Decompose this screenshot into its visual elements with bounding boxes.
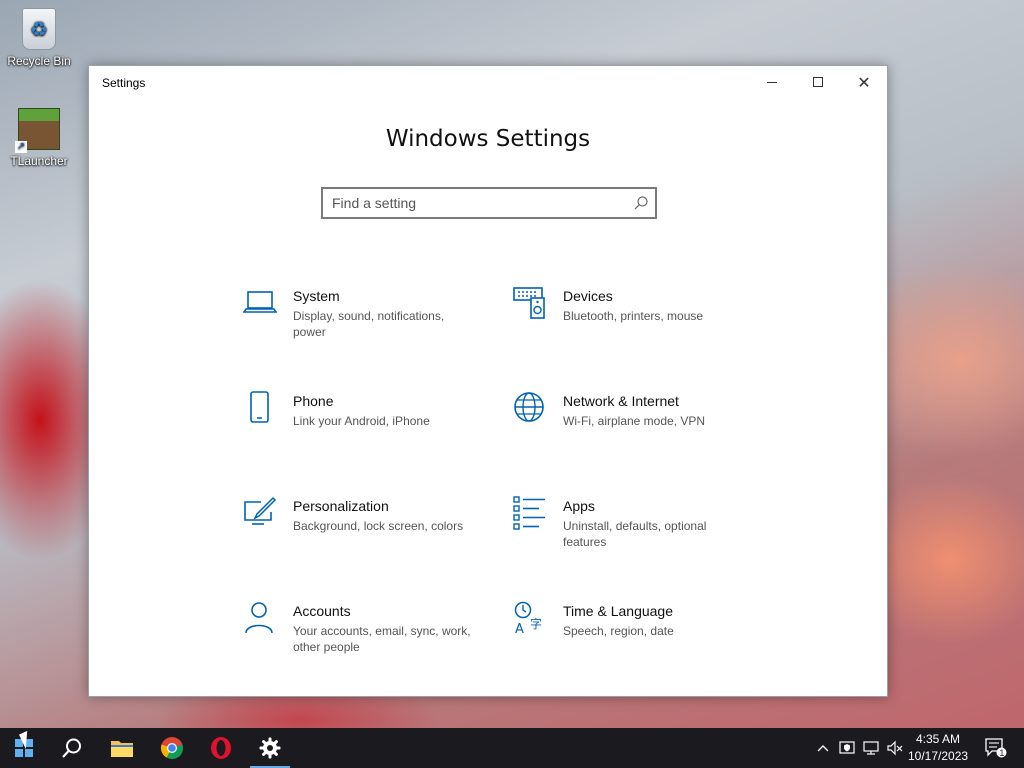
minimize-icon — [767, 81, 777, 83]
category-name: Devices — [563, 288, 613, 304]
category-description: Background, lock screen, colors — [293, 519, 464, 533]
tray-volume-button[interactable] — [884, 728, 906, 768]
taskbar-file-explorer[interactable] — [98, 728, 146, 768]
taskbar-chrome[interactable] — [148, 728, 196, 768]
phone-icon — [250, 391, 269, 423]
action-center-button[interactable]: 1 — [976, 728, 1016, 768]
category-description: Speech, region, date — [563, 624, 674, 638]
taskbar-settings[interactable] — [246, 728, 294, 768]
category-description: Display, sound, notifications, power — [293, 309, 445, 339]
taskbar: 4:35 AM 10/17/2023 1 — [0, 728, 1024, 768]
desktop-icon-label: TLauncher — [10, 154, 68, 168]
category-name: Accounts — [293, 603, 351, 619]
category-name: Time & Language — [563, 603, 673, 619]
recycle-bin-icon: ♻ — [22, 8, 56, 50]
category-name: Apps — [563, 498, 595, 514]
security-icon — [839, 741, 855, 754]
category-description: Uninstall, defaults, optional features — [563, 519, 707, 549]
search-icon — [62, 738, 81, 758]
category-devices[interactable]: Devices Bluetooth, printers, mouse — [513, 286, 763, 366]
paint-monitor-icon — [244, 496, 277, 525]
tray-network-button[interactable] — [860, 728, 882, 768]
tlauncher-icon — [15, 108, 60, 153]
minimize-button[interactable] — [749, 66, 795, 98]
notification-icon: 1 — [985, 738, 1007, 758]
chrome-icon — [160, 737, 184, 760]
volume-muted-icon — [887, 740, 903, 756]
folder-icon — [111, 741, 133, 757]
show-hidden-icons-button[interactable] — [814, 728, 832, 768]
category-description: Link your Android, iPhone — [293, 414, 430, 428]
category-apps[interactable]: Apps Uninstall, defaults, optional featu… — [513, 496, 763, 576]
globe-icon — [514, 392, 544, 422]
clock-date: 10/17/2023 — [908, 749, 969, 763]
person-icon — [245, 602, 273, 634]
category-time-language[interactable]: A 字 Time & Language Speech, region, date — [513, 601, 763, 681]
clock[interactable]: 4:35 AM 10/17/2023 — [908, 731, 968, 765]
apps-list-icon — [513, 496, 545, 530]
close-icon: ✕ — [857, 72, 871, 92]
close-button[interactable]: ✕ — [841, 66, 887, 98]
laptop-icon — [243, 291, 277, 313]
category-description: Wi-Fi, airplane mode, VPN — [563, 414, 706, 428]
window-title: Settings — [102, 76, 146, 90]
category-name: Phone — [293, 393, 334, 409]
category-description: Bluetooth, printers, mouse — [563, 309, 704, 323]
category-name: Personalization — [293, 498, 389, 514]
category-description: Your accounts, email, sync, work, other … — [293, 624, 471, 654]
opera-icon — [211, 737, 231, 759]
desktop-icon-label: Recycle Bin — [7, 54, 71, 68]
category-personalization[interactable]: Personalization Background, lock screen,… — [243, 496, 493, 576]
category-system[interactable]: System Display, sound, notifications, po… — [243, 286, 493, 366]
title-bar[interactable]: Settings ✕ — [89, 66, 887, 98]
search-input[interactable] — [323, 189, 623, 217]
notification-count: 1 — [999, 748, 1004, 758]
gear-icon — [259, 737, 281, 759]
category-network-internet[interactable]: Network & Internet Wi-Fi, airplane mode,… — [513, 391, 763, 471]
page-title: Windows Settings — [385, 126, 591, 152]
maximize-icon — [813, 77, 823, 87]
svg-text:A: A — [515, 622, 524, 635]
category-name: System — [293, 288, 340, 304]
tray-security-button[interactable] — [836, 728, 858, 768]
chevron-up-icon — [817, 745, 829, 752]
category-accounts[interactable]: Accounts Your accounts, email, sync, wor… — [243, 601, 493, 681]
desktop-icon-recycle-bin[interactable]: ♻ Recycle Bin — [4, 8, 74, 68]
time-language-icon: A 字 — [514, 601, 542, 635]
desktop-icon-tlauncher[interactable]: TLauncher — [4, 108, 74, 168]
search-box[interactable] — [321, 187, 657, 219]
search-icon[interactable] — [633, 195, 649, 211]
category-phone[interactable]: Phone Link your Android, iPhone — [243, 391, 493, 471]
maximize-button[interactable] — [795, 66, 841, 98]
clock-time: 4:35 AM — [915, 732, 961, 746]
taskbar-opera[interactable] — [197, 728, 245, 768]
category-name: Network & Internet — [563, 393, 679, 409]
svg-text:字: 字 — [530, 616, 542, 631]
search-button[interactable] — [48, 728, 96, 768]
keyboard-speaker-icon — [513, 287, 545, 319]
network-icon — [863, 741, 879, 755]
settings-window: Settings ✕ Windows Settings System Displ… — [88, 65, 888, 697]
